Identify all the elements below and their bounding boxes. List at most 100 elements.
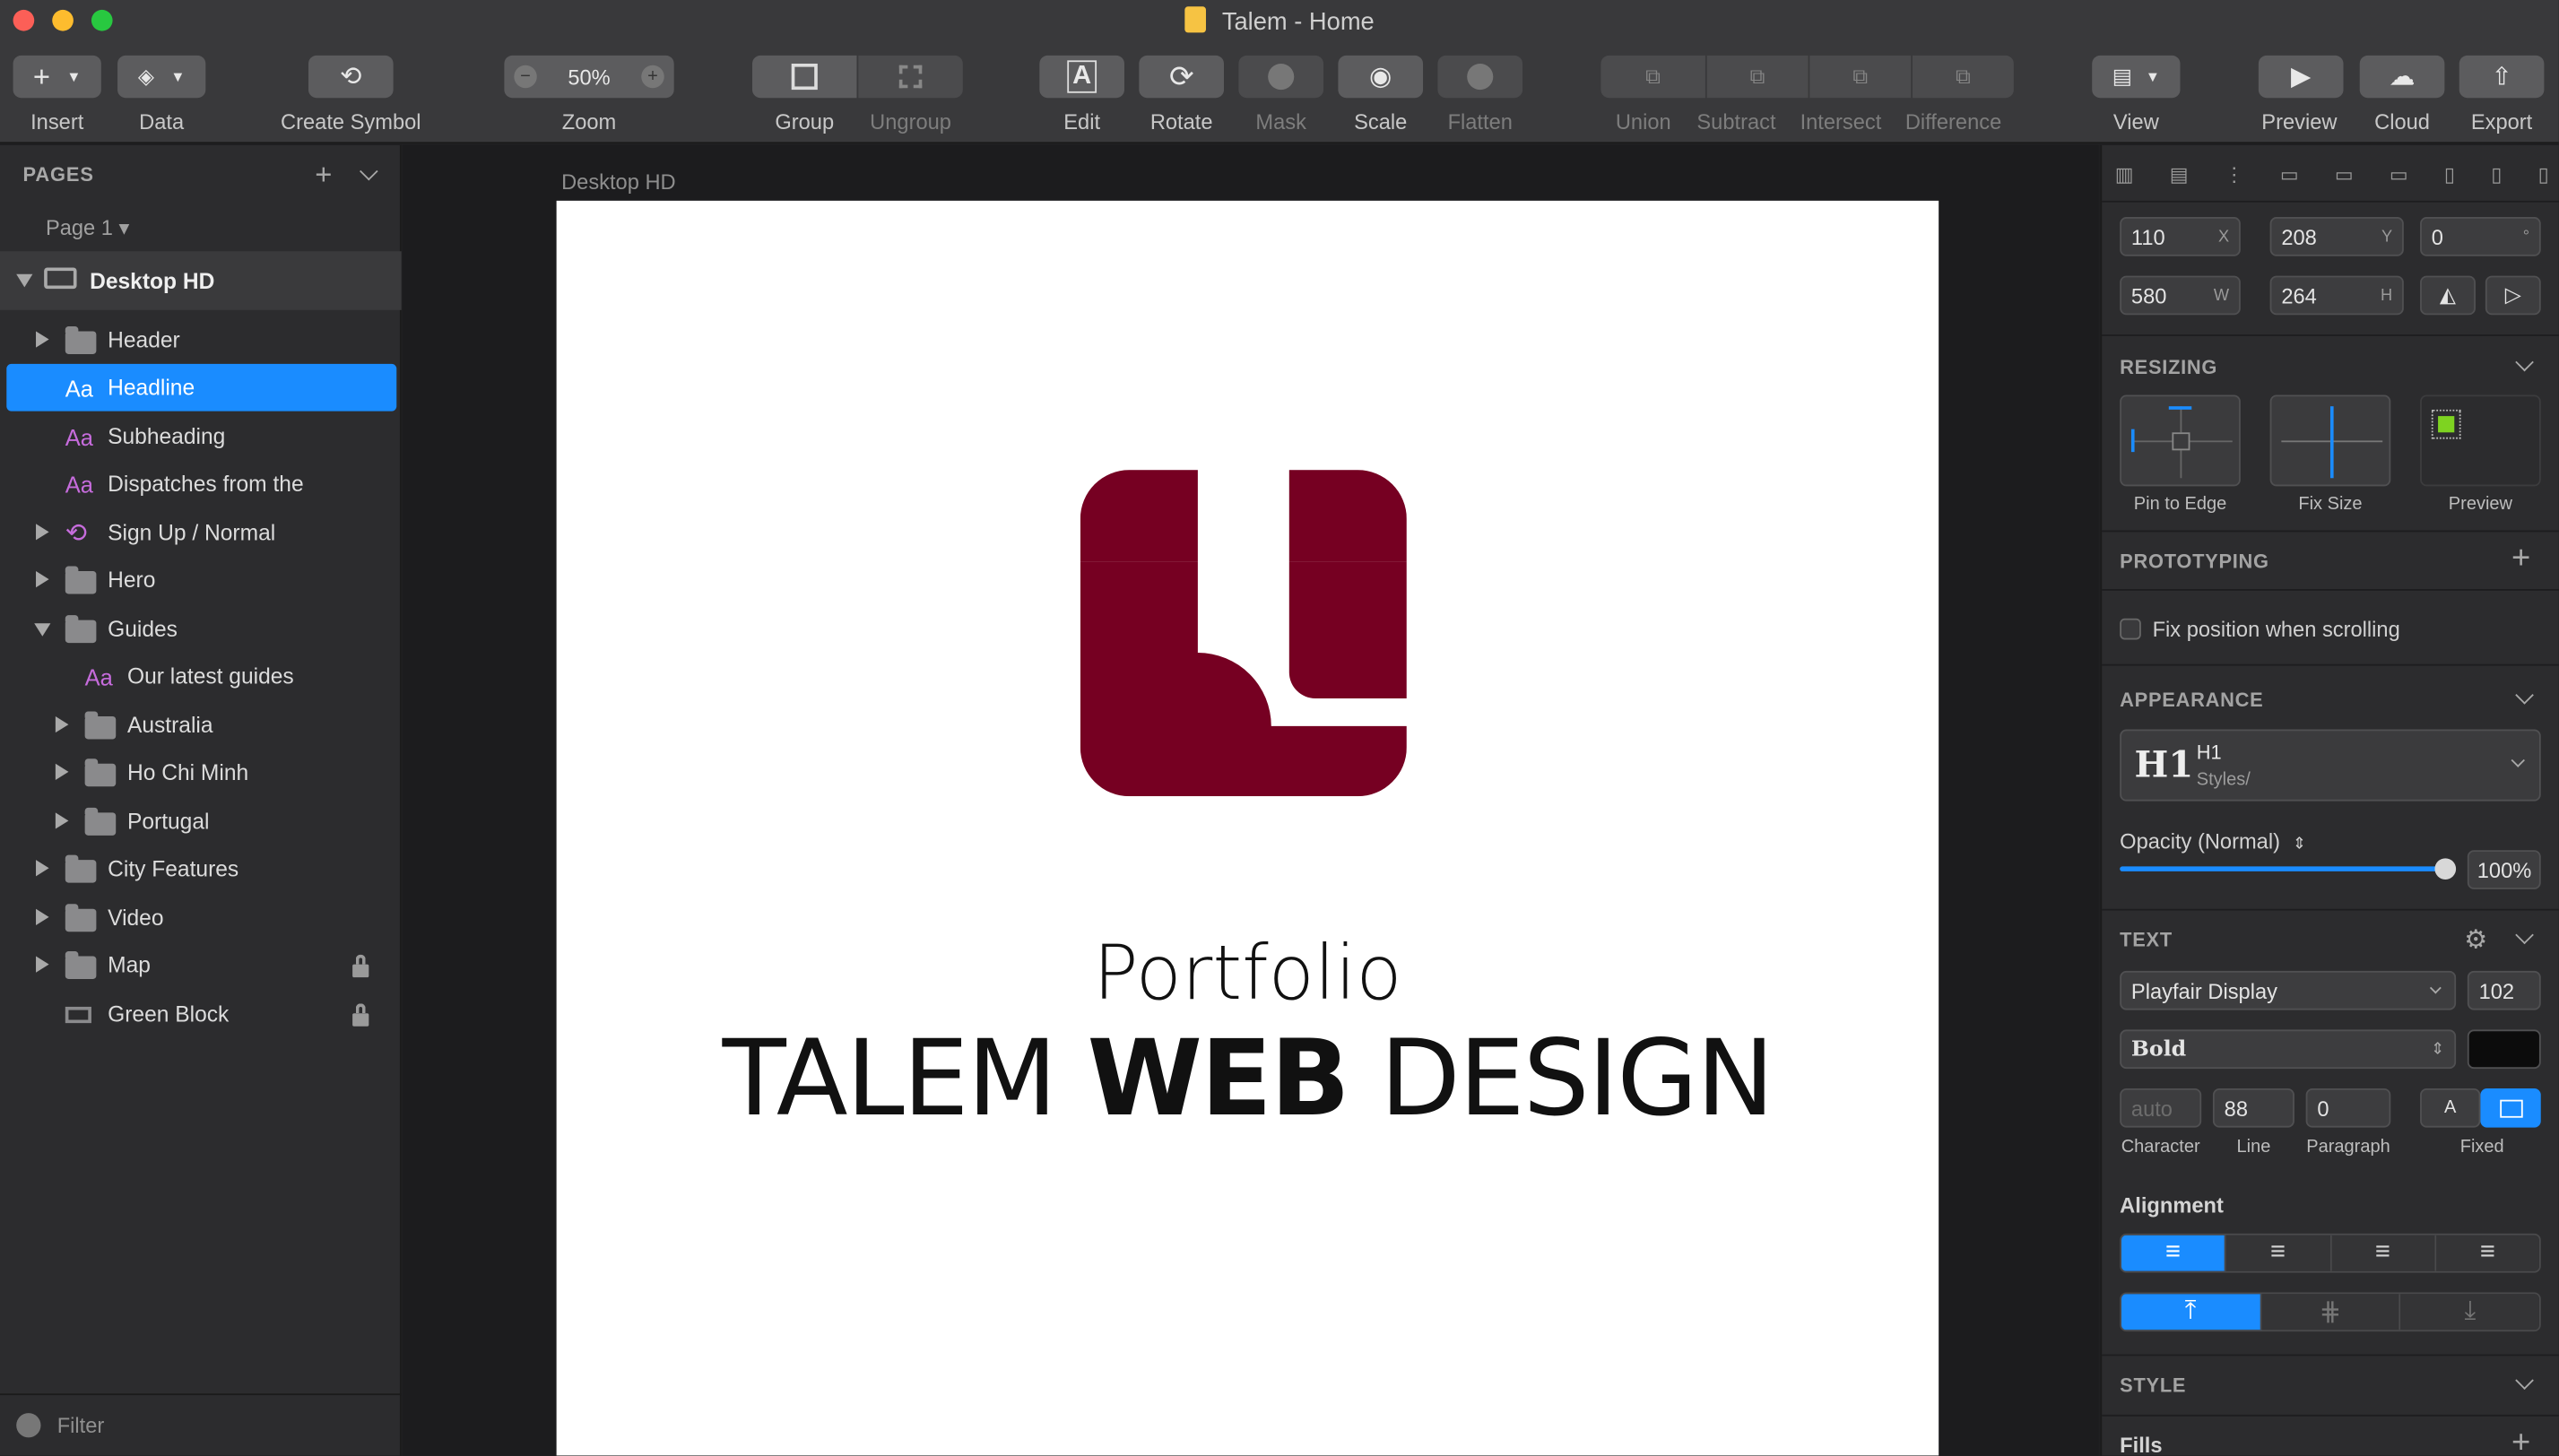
align-left-icon[interactable]: ▭ xyxy=(2280,163,2299,186)
subtract-button[interactable]: ⧉ xyxy=(1706,55,1809,99)
align-middle-icon[interactable]: ▯ xyxy=(2491,163,2502,186)
disclosure-icon[interactable] xyxy=(36,860,49,877)
layer-row[interactable]: Map xyxy=(6,941,396,989)
align-center-button[interactable]: ≡ xyxy=(2225,1235,2331,1271)
align-right-button[interactable]: ≡ xyxy=(2330,1235,2436,1271)
opacity-label[interactable]: Opacity (Normal) ⇕ xyxy=(2120,829,2306,854)
fix-position-checkbox[interactable] xyxy=(2120,618,2141,640)
opacity-slider[interactable] xyxy=(2120,866,2443,871)
align-top-button[interactable]: ⤒ xyxy=(2121,1294,2261,1330)
disclosure-icon[interactable] xyxy=(55,715,69,733)
zoom-in-icon[interactable]: + xyxy=(641,65,664,89)
chevron-down-icon[interactable] xyxy=(2515,686,2534,705)
layer-row[interactable]: Video xyxy=(6,894,396,941)
export-button[interactable]: ⇧ xyxy=(2459,55,2545,99)
portfolio-subtitle[interactable]: Portfolio xyxy=(557,929,1939,1017)
union-button[interactable]: ⧉ xyxy=(1600,55,1705,99)
gear-icon[interactable]: ⚙ xyxy=(2464,923,2487,956)
add-page-icon[interactable]: + xyxy=(315,159,332,193)
width-field[interactable]: 580 W xyxy=(2120,275,2241,316)
flip-horizontal-button[interactable]: ◭ xyxy=(2420,275,2476,316)
filter-input[interactable]: Filter xyxy=(57,1413,105,1437)
opacity-field[interactable]: 100% xyxy=(2467,850,2541,889)
intersect-button[interactable]: ⧉ xyxy=(1809,55,1912,99)
character-spacing-field[interactable]: auto xyxy=(2120,1088,2202,1128)
font-size-field[interactable]: 102 xyxy=(2467,970,2541,1010)
preview-button[interactable]: ▶ xyxy=(2258,55,2344,99)
layer-row[interactable]: Header xyxy=(6,316,396,364)
lock-icon[interactable] xyxy=(352,954,369,978)
distribute-vertical-icon[interactable]: ▤ xyxy=(2170,163,2189,186)
more-icon[interactable]: ⋮ xyxy=(2225,163,2244,186)
flip-vertical-button[interactable]: ▷ xyxy=(2485,275,2541,316)
align-right-icon[interactable]: ▭ xyxy=(2390,163,2408,186)
difference-button[interactable]: ⧉ xyxy=(1913,55,2014,99)
auto-width-button[interactable]: A xyxy=(2420,1088,2481,1128)
rotation-field[interactable]: 0 ° xyxy=(2420,217,2541,256)
ungroup-button[interactable] xyxy=(858,55,963,99)
disclosure-icon[interactable] xyxy=(36,524,49,541)
align-bottom-button[interactable]: ⤓ xyxy=(2400,1294,2539,1330)
chevron-down-icon[interactable] xyxy=(360,161,378,181)
horizontal-alignment-control[interactable]: ≡ ≡ ≡ ≡ xyxy=(2120,1233,2541,1273)
layer-row-selected[interactable]: Aa Headline xyxy=(6,363,397,412)
cloud-button[interactable]: ☁ xyxy=(2359,55,2445,99)
disclosure-icon[interactable] xyxy=(55,812,69,829)
layer-row[interactable]: Hero xyxy=(6,557,396,604)
align-bottom-icon[interactable]: ▯ xyxy=(2538,163,2549,186)
disclosure-icon[interactable] xyxy=(36,331,49,348)
distribute-horizontal-icon[interactable]: ▥ xyxy=(2115,163,2134,186)
vertical-alignment-control[interactable]: ⤒ ⋕ ⤓ xyxy=(2120,1292,2541,1332)
y-field[interactable]: 208 Y xyxy=(2269,217,2404,256)
canvas[interactable]: Desktop HD Portfolio TALEM WEB DESIGN xyxy=(403,144,2099,1456)
layer-row[interactable]: Portugal xyxy=(6,798,396,845)
chevron-down-icon[interactable] xyxy=(2515,352,2534,372)
add-prototype-icon[interactable]: + xyxy=(2511,540,2530,577)
pin-to-edge-control[interactable] xyxy=(2120,394,2241,487)
create-symbol-button[interactable]: ⟲ xyxy=(308,55,394,99)
layer-row[interactable]: ⟲ Sign Up / Normal xyxy=(6,509,396,557)
disclosure-icon[interactable] xyxy=(16,273,33,288)
edit-button[interactable]: A xyxy=(1039,55,1124,99)
layer-row[interactable]: Aa Subheading xyxy=(6,412,396,460)
line-height-field[interactable]: 88 xyxy=(2212,1088,2294,1128)
align-left-button[interactable]: ≡ xyxy=(2121,1235,2226,1271)
layer-row[interactable]: Green Block xyxy=(6,991,396,1038)
artboard[interactable]: Portfolio TALEM WEB DESIGN xyxy=(556,200,1939,1456)
layer-row[interactable]: Australia xyxy=(6,702,396,750)
insert-button[interactable]: + ▼ xyxy=(13,55,101,99)
disclosure-icon[interactable] xyxy=(36,956,49,973)
align-center-icon[interactable]: ▭ xyxy=(2335,163,2354,186)
artboard-row[interactable]: Desktop HD xyxy=(0,251,402,310)
text-style-picker[interactable]: H1 H1 Styles/ xyxy=(2120,729,2541,802)
height-field[interactable]: 264 H xyxy=(2269,275,2404,316)
artboard-label[interactable]: Desktop HD xyxy=(561,169,676,194)
fix-size-control[interactable] xyxy=(2269,394,2391,487)
data-button[interactable]: ◈ ▼ xyxy=(117,55,206,99)
layer-row[interactable]: Aa Dispatches from the xyxy=(6,460,396,507)
flatten-button[interactable] xyxy=(1437,55,1523,99)
justify-button[interactable]: ≡ xyxy=(2435,1235,2539,1271)
opacity-slider-thumb[interactable] xyxy=(2434,858,2457,880)
mask-button[interactable] xyxy=(1238,55,1324,99)
filter-bar[interactable]: Filter xyxy=(0,1393,402,1455)
zoom-control[interactable]: − 50% + xyxy=(504,55,674,99)
view-button[interactable]: ▤ ▼ xyxy=(2092,55,2181,99)
disclosure-icon[interactable] xyxy=(36,571,49,588)
layer-row[interactable]: Aa Our latest guides xyxy=(6,653,396,700)
paragraph-spacing-field[interactable]: 0 xyxy=(2305,1088,2391,1128)
zoom-out-icon[interactable]: − xyxy=(514,65,537,89)
x-field[interactable]: 110 X xyxy=(2120,217,2241,256)
align-top-icon[interactable]: ▯ xyxy=(2444,163,2455,186)
fixed-width-button[interactable] xyxy=(2480,1088,2541,1128)
add-fill-icon[interactable]: + xyxy=(2511,1425,2530,1456)
chevron-down-icon[interactable] xyxy=(2515,1371,2534,1391)
scale-button[interactable]: ◉ xyxy=(1338,55,1424,99)
layer-row[interactable]: Ho Chi Minh xyxy=(6,749,396,796)
rotate-button[interactable]: ⟳ xyxy=(1139,55,1224,99)
font-weight-select[interactable]: Bold ⇕ xyxy=(2120,1029,2457,1070)
headline[interactable]: TALEM WEB DESIGN xyxy=(557,1020,1939,1141)
layer-row[interactable]: Guides xyxy=(6,605,396,653)
disclosure-icon[interactable] xyxy=(36,908,49,925)
align-middle-button[interactable]: ⋕ xyxy=(2260,1294,2401,1330)
